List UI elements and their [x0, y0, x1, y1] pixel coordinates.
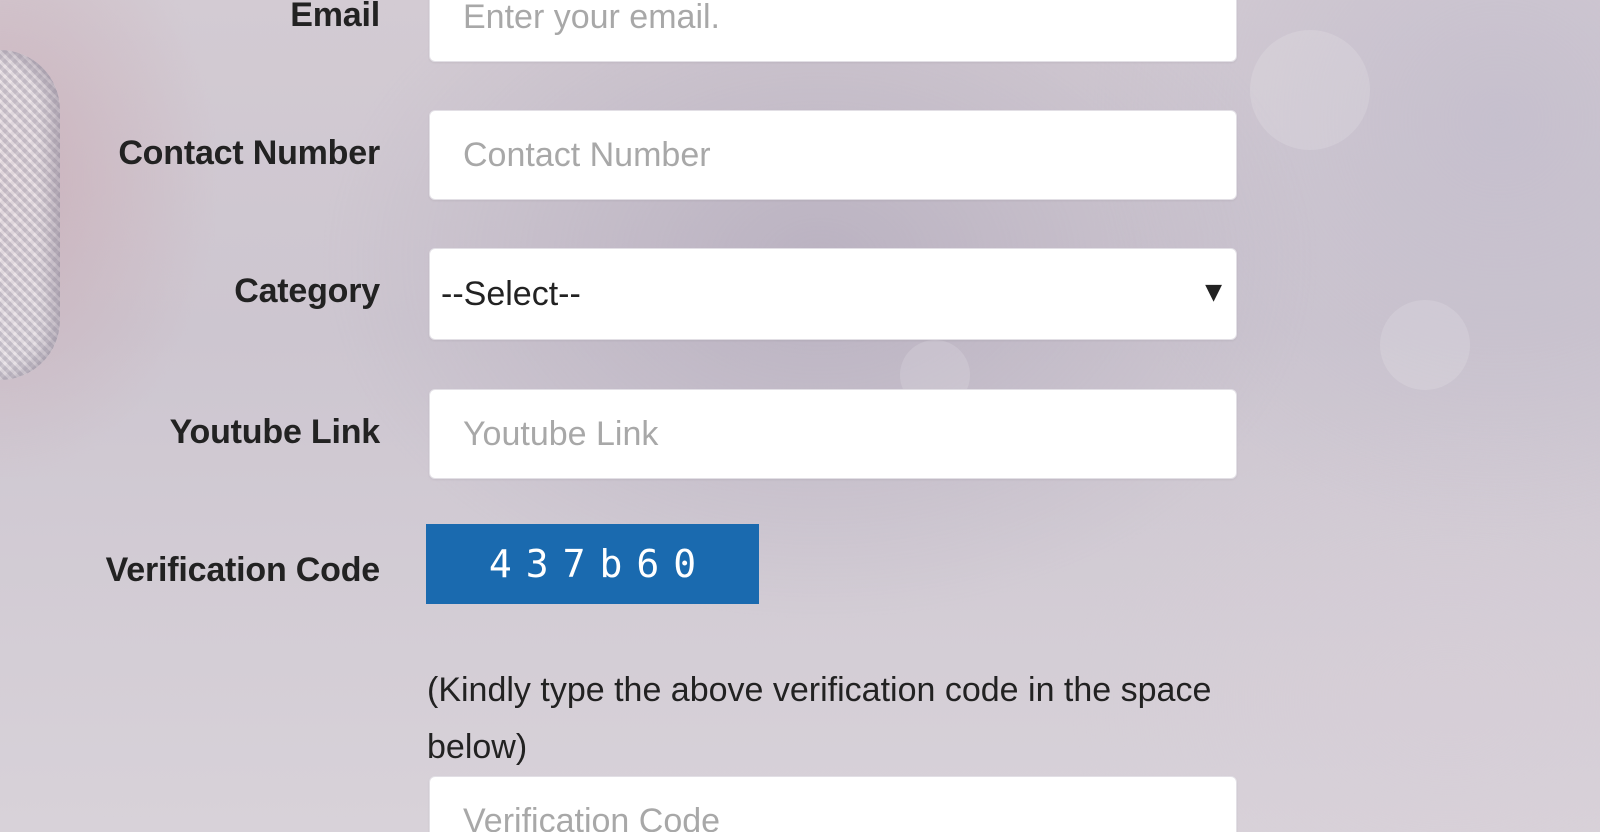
- microphone-image: [0, 50, 60, 380]
- email-field-wrapper: [429, 0, 1237, 62]
- category-select[interactable]: --Select-- ▼: [429, 248, 1237, 340]
- verification-code-field[interactable]: [430, 777, 1236, 832]
- verification-code-label: Verification Code: [105, 551, 381, 589]
- background-bokeh: [1250, 30, 1370, 150]
- contact-number-field-wrapper: [429, 110, 1237, 200]
- youtube-link-label: Youtube Link: [169, 413, 381, 451]
- youtube-link-field-wrapper: [429, 389, 1237, 479]
- category-selected-value: --Select--: [441, 274, 581, 313]
- chevron-down-icon: ▼: [1205, 279, 1222, 305]
- verification-hint: (Kindly type the above verification code…: [427, 671, 1212, 766]
- background-bokeh: [1380, 300, 1470, 390]
- email-label: Email: [290, 0, 380, 34]
- captcha-image: 437b60: [426, 524, 759, 604]
- contact-number-field[interactable]: [430, 111, 1236, 199]
- contact-number-label: Contact Number: [118, 134, 380, 172]
- verification-code-field-wrapper: [429, 776, 1237, 832]
- category-label: Category: [234, 272, 380, 310]
- youtube-link-field[interactable]: [430, 390, 1236, 478]
- email-field[interactable]: [430, 0, 1236, 61]
